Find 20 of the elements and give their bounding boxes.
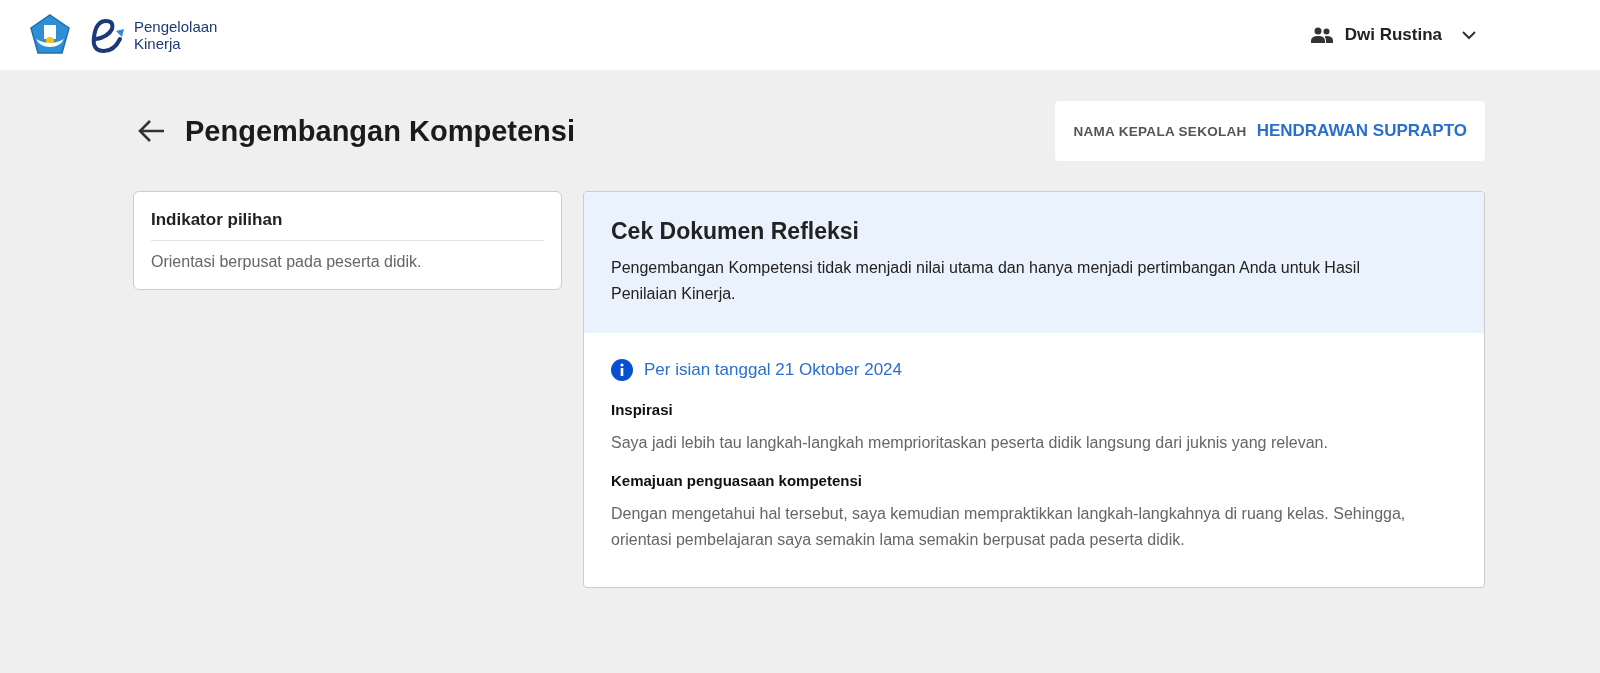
section-text: Dengan mengetahui hal tersebut, saya kemudian mempraktikkan langkah-langkahnya di ruang kelas. Sehingga, orientasi pembelajaran saya semakin lama semakin berpusat pada peserta didik.	[611, 504, 1407, 550]
app-name: Pengelolaan	[134, 18, 218, 35]
back-arrow-icon	[137, 119, 165, 143]
principal-name: HENDRAWAN SUPRAPTO	[1256, 121, 1467, 141]
user-menu-button[interactable]: Dwi Rustina	[1306, 21, 1480, 49]
section-heading: Inspirasi	[611, 401, 674, 418]
chevron-down-icon	[1462, 30, 1476, 40]
app-name: Kinerja	[134, 35, 182, 52]
principal-label: NAMA KEPALA SEKOLAH	[1073, 124, 1247, 139]
section-text: Saya jadi lebih tau langkah-langkah memprioritaskan peserta didik langsung dari juknis yang relevan.	[611, 433, 1329, 453]
indicator-text: Orientasi berpusat pada peserta didik.	[151, 253, 423, 271]
indicator-title: Indikator pilihan	[151, 210, 544, 241]
emblem-logo-icon	[28, 13, 72, 57]
date-note: Per isian tanggal 21 Oktober 2024	[644, 360, 902, 380]
people-icon	[1310, 27, 1333, 43]
info-icon	[611, 359, 633, 381]
reflection-title: Cek Dokumen Refleksi	[611, 218, 860, 245]
section-heading: Kemajuan penguasaan kompetensi	[611, 472, 863, 489]
reflection-description: Pengembangan Kompetensi tidak menjadi nilai utama dan hanya menjadi pertimbangan Anda untuk Hasil Penilaian Kinerja.	[611, 258, 1361, 304]
page-title: Pengembangan Kompetensi	[185, 114, 575, 148]
